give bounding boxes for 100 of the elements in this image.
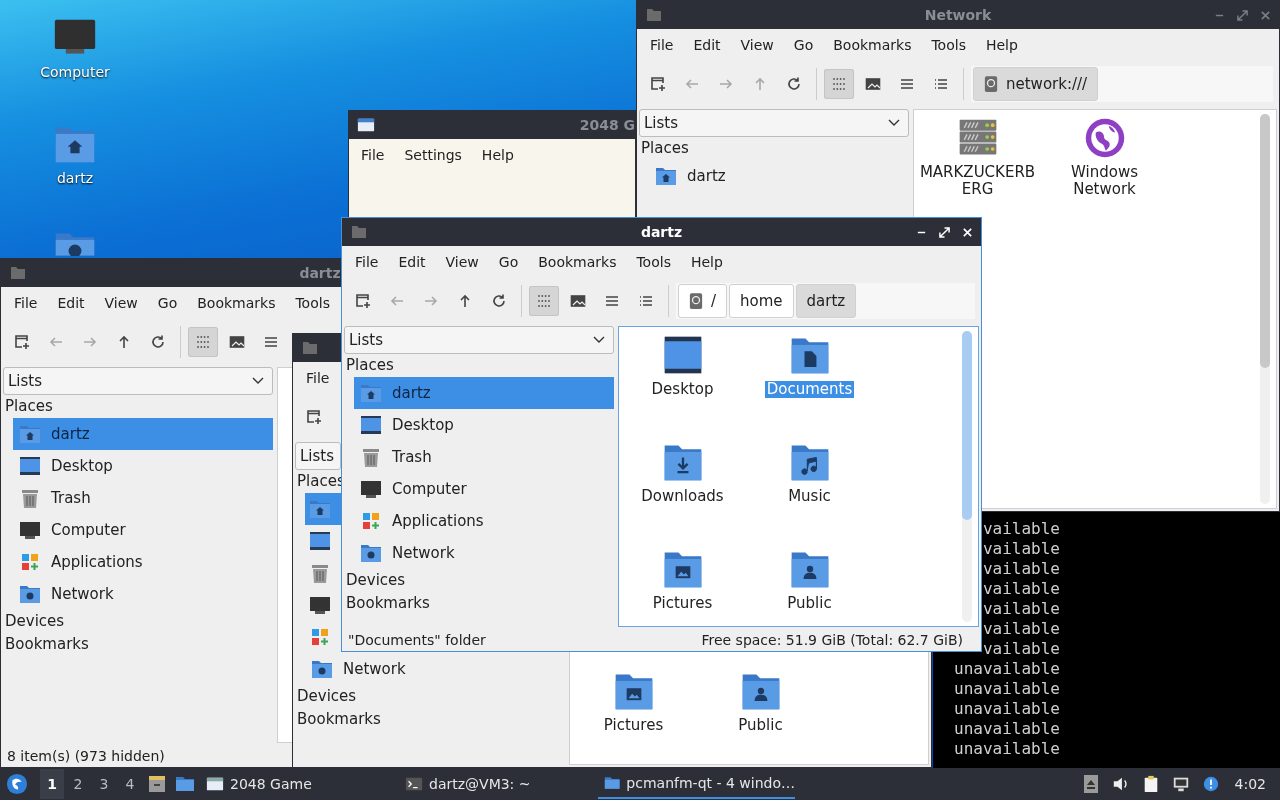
- menu-item[interactable]: Edit: [388, 249, 436, 275]
- folder-icon: [604, 775, 621, 791]
- menu-item[interactable]: Settings: [394, 142, 472, 168]
- clock: 4:02: [1234, 776, 1266, 792]
- place-item[interactable]: Computer: [354, 473, 614, 505]
- lists-dropdown[interactable]: Lists: [344, 326, 614, 354]
- menu-item[interactable]: Go: [147, 290, 188, 316]
- lists-dropdown[interactable]: Lists: [3, 367, 273, 395]
- file-cabinet-icon[interactable]: [147, 774, 167, 794]
- menu-item[interactable]: Tools: [626, 249, 681, 275]
- lists-dropdown[interactable]: Lists: [639, 109, 909, 137]
- path-button[interactable]: dartz: [795, 283, 857, 318]
- home-folder-icon: [309, 498, 331, 520]
- desktop-icon-item[interactable]: dartz: [30, 122, 120, 186]
- place-item[interactable]: dartz: [649, 160, 909, 192]
- place-item[interactable]: dartz: [354, 377, 614, 409]
- terminal-line: vailable: [982, 599, 1060, 618]
- window-title: Network: [924, 7, 992, 23]
- place-item[interactable]: Computer: [13, 514, 273, 546]
- scrollbar-thumb[interactable]: [962, 331, 972, 521]
- menu-item[interactable]: Edit: [47, 290, 95, 316]
- folder-item[interactable]: Pictures: [570, 669, 697, 734]
- folder-item[interactable]: Desktop: [619, 333, 746, 398]
- place-item[interactable]: Applications: [354, 505, 614, 537]
- network-item[interactable]: Windows Network: [1041, 116, 1168, 198]
- place-item[interactable]: Desktop: [13, 450, 273, 482]
- menu-item[interactable]: Go: [488, 249, 529, 275]
- menu-item[interactable]: File: [296, 365, 340, 391]
- folder-item[interactable]: Public: [746, 547, 873, 612]
- scrollbar[interactable]: [962, 331, 972, 622]
- workspace-button[interactable]: 1: [40, 769, 64, 799]
- menu-item[interactable]: View: [94, 290, 148, 316]
- menu-item[interactable]: Help: [680, 249, 733, 275]
- start-menu-button[interactable]: [6, 773, 28, 795]
- free-space-text: Free space: 51.9 GiB (Total: 62.7 GiB): [701, 632, 963, 648]
- place-item[interactable]: Applications: [13, 546, 273, 578]
- new-window-icon: [14, 333, 30, 350]
- task-button[interactable]: dartz@VM3: ~: [399, 769, 596, 799]
- image-icon: [229, 333, 245, 350]
- workspace-button[interactable]: 3: [92, 769, 116, 799]
- folder-item[interactable]: Public: [697, 669, 824, 734]
- menu-item[interactable]: Help: [471, 142, 524, 168]
- section-heading: Bookmarks: [4, 634, 89, 655]
- task-button[interactable]: pcmanfm-qt - 4 windo…: [598, 769, 795, 799]
- section-heading: Devices: [4, 611, 65, 632]
- menu-item[interactable]: File: [345, 249, 389, 275]
- folder-icon: [9, 265, 27, 281]
- section-heading: Devices: [345, 570, 406, 591]
- home-folder-icon: [360, 382, 382, 404]
- section-heading: Devices: [296, 686, 357, 707]
- workspace-button[interactable]: 4: [118, 769, 142, 799]
- terminal-icon: [405, 776, 423, 792]
- terminal-line: unavailable: [954, 739, 1060, 758]
- path-button[interactable]: /: [678, 283, 728, 318]
- folder-item[interactable]: Music: [746, 440, 873, 505]
- menu-item[interactable]: Tools: [921, 32, 976, 58]
- menu-item[interactable]: Edit: [683, 32, 731, 58]
- menu-item[interactable]: Go: [783, 32, 824, 58]
- desktop-icon: [19, 455, 41, 477]
- menu-item[interactable]: Help: [975, 32, 1028, 58]
- place-item[interactable]: Trash: [354, 441, 614, 473]
- menu-item[interactable]: Bookmarks: [823, 32, 922, 58]
- menu-item[interactable]: Bookmarks: [528, 249, 627, 275]
- window-title: dartz: [640, 224, 683, 240]
- monitor-icon: [360, 478, 382, 500]
- lists-dropdown[interactable]: Lists: [295, 442, 341, 470]
- path-button[interactable]: home: [729, 283, 794, 318]
- folder-icon[interactable]: [175, 774, 195, 794]
- place-item[interactable]: Network: [305, 653, 565, 685]
- menu-item[interactable]: View: [435, 249, 489, 275]
- terminal-line: unavailable: [954, 659, 1060, 678]
- terminal-line: vailable: [982, 519, 1060, 538]
- section-heading: Bookmarks: [296, 709, 381, 730]
- scrollbar[interactable]: [1260, 114, 1270, 504]
- image-icon: [570, 292, 586, 309]
- menu-item[interactable]: View: [730, 32, 784, 58]
- place-item[interactable]: Network: [13, 578, 273, 610]
- server-item[interactable]: MARKZUCKERBERG: [914, 116, 1041, 198]
- folder-item[interactable]: Downloads: [619, 440, 746, 505]
- menu-item[interactable]: File: [351, 142, 395, 168]
- eject-icon[interactable]: [1081, 774, 1100, 794]
- place-item[interactable]: Desktop: [354, 409, 614, 441]
- folder-item[interactable]: Pictures: [619, 547, 746, 612]
- task-button[interactable]: 2048 Game: [200, 769, 397, 799]
- drive-icon: [689, 291, 703, 310]
- terminal-line: vailable: [982, 639, 1060, 658]
- folder-icon: [350, 224, 368, 240]
- scrollbar-thumb[interactable]: [1260, 114, 1270, 368]
- chevron-icon: [888, 119, 900, 127]
- menu-item[interactable]: File: [4, 290, 48, 316]
- menu-item[interactable]: Bookmarks: [187, 290, 286, 316]
- info-icon[interactable]: [1201, 774, 1220, 794]
- place-item[interactable]: Network: [354, 537, 614, 569]
- workspace-button[interactable]: 2: [66, 769, 90, 799]
- menu-item[interactable]: Tools: [285, 290, 340, 316]
- place-item[interactable]: Trash: [13, 482, 273, 514]
- path-button[interactable]: network:///: [973, 66, 1099, 101]
- new-window-icon: [650, 75, 666, 92]
- place-item[interactable]: dartz: [13, 418, 273, 450]
- menu-item[interactable]: File: [640, 32, 684, 58]
